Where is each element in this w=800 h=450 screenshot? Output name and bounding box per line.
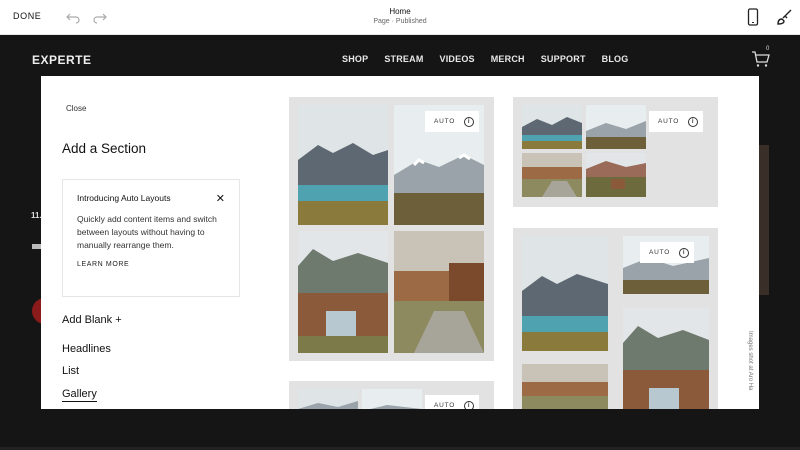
slideshow-image-2 [362,389,422,409]
category-list[interactable]: List [62,365,79,377]
page-title: Home [389,7,411,16]
grid-image-lake [522,105,582,149]
nav-item-merch[interactable]: MERCH [491,54,525,64]
image-credit: Images shot at Aro Ha [747,331,753,391]
gallery-layout-card[interactable]: AUTO i [289,97,494,361]
auto-label: AUTO [434,402,456,409]
notice-body: Quickly add content items and switch bet… [77,214,217,250]
site-nav: SHOP STREAM VIDEOS MERCH SUPPORT BLOG [342,54,644,64]
background-image-edge [759,145,769,295]
dismiss-notice-icon[interactable]: ✕ [216,192,225,205]
gallery-image-cabin [298,231,388,353]
auto-label: AUTO [434,118,456,125]
notice-title: Introducing Auto Layouts [77,193,171,203]
nav-item-blog[interactable]: BLOG [602,54,629,64]
slideshow-image-1 [298,389,358,409]
cart-count: 0 [766,46,770,52]
gallery-image-lake [298,105,388,225]
modal-title: Add a Section [62,141,147,156]
auto-layout-badge[interactable]: AUTO i [425,111,479,132]
info-icon[interactable]: i [679,247,690,258]
auto-layout-badge[interactable]: AUTO i [425,395,479,409]
page-status: Page · Published [373,18,427,25]
category-headlines[interactable]: Headlines [62,343,111,355]
info-icon[interactable]: i [464,116,475,127]
learn-more-link[interactable]: LEARN MORE [77,261,225,268]
nav-item-stream[interactable]: STREAM [384,54,423,64]
masonry-image-cabin [623,308,709,409]
auto-layout-badge[interactable]: AUTO i [649,111,703,132]
close-button[interactable]: Close [66,104,86,113]
masonry-layout-card[interactable]: AUTO i [513,228,718,409]
cart-icon[interactable] [751,50,771,68]
gallery-image-path [394,231,484,353]
add-blank-button[interactable]: Add Blank + [62,314,122,326]
masonry-image-path [522,364,608,409]
auto-layout-badge[interactable]: AUTO i [640,242,694,263]
grid-image-snow [586,105,646,149]
grid-image-path [522,153,582,197]
info-icon[interactable]: i [688,116,699,127]
auto-label: AUTO [658,118,680,125]
auto-label: AUTO [649,249,671,256]
page-info[interactable]: Home Page · Published [0,7,800,25]
category-gallery[interactable]: Gallery [62,388,97,402]
masonry-image-lake [522,236,608,351]
slideshow-layout-card[interactable]: AUTO i [289,381,494,409]
design-brush-icon[interactable] [775,8,793,26]
nav-item-videos[interactable]: VIDEOS [440,54,475,64]
nav-item-shop[interactable]: SHOP [342,54,368,64]
mobile-preview-icon[interactable] [745,8,761,26]
auto-layouts-notice: Introducing Auto Layouts ✕ Quickly add c… [62,179,240,297]
info-icon[interactable]: i [464,400,475,409]
add-section-modal: Close Add a Section Introducing Auto Lay… [41,76,759,409]
editor-toolbar: DONE Home Page · Published [0,0,800,35]
nav-item-support[interactable]: SUPPORT [541,54,586,64]
site-logo: EXPERTE [32,53,92,67]
grid-image-cabin [586,153,646,197]
grid-layout-card[interactable]: AUTO i [513,97,718,207]
